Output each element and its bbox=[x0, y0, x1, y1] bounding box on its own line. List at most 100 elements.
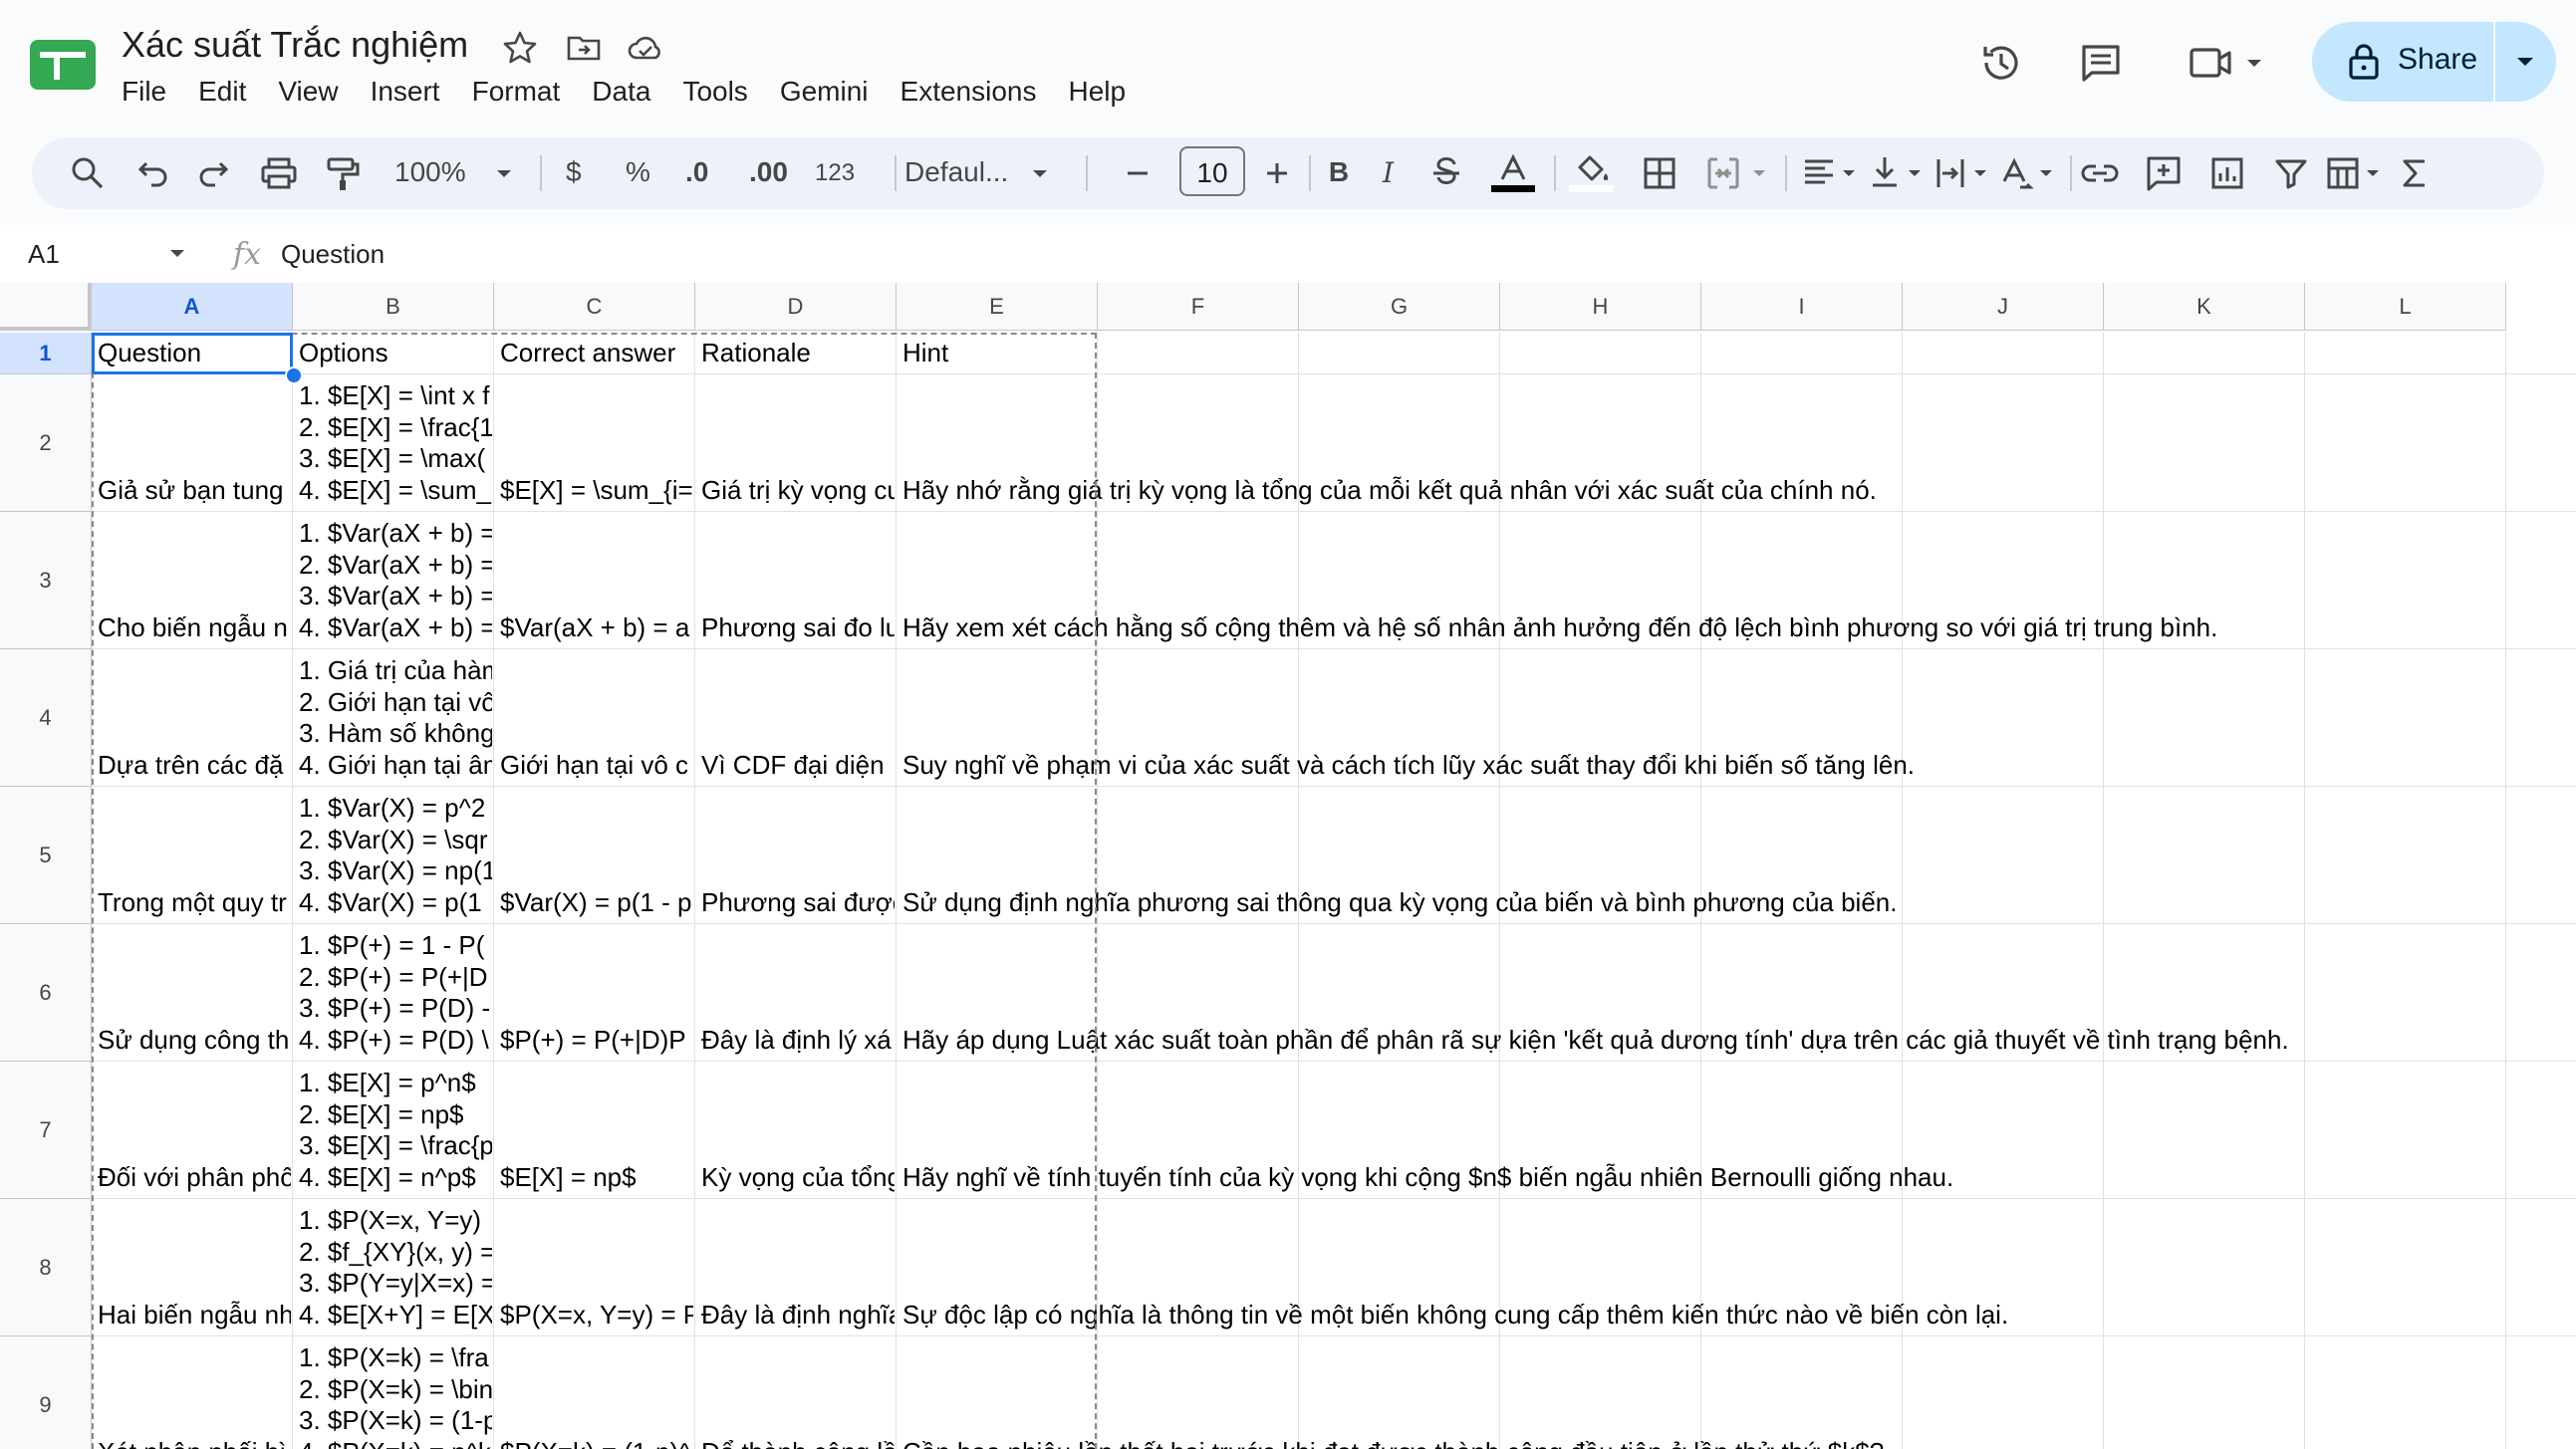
menu-edit[interactable]: Edit bbox=[182, 72, 262, 116]
toolbar: 100% $ % .0 .00 123 Defaul... 10 B I bbox=[32, 137, 2544, 209]
row-header-1[interactable]: 1 bbox=[0, 333, 92, 374]
font-chevron-down-icon[interactable] bbox=[1028, 151, 1052, 195]
menu-view[interactable]: View bbox=[262, 72, 354, 116]
star-icon[interactable] bbox=[500, 28, 540, 68]
italic-button[interactable]: I bbox=[1383, 156, 1394, 189]
menu-tools[interactable]: Tools bbox=[666, 72, 763, 116]
text-color-icon[interactable] bbox=[1488, 151, 1538, 195]
version-history-icon[interactable] bbox=[1976, 38, 2026, 88]
menu-file[interactable]: File bbox=[106, 72, 182, 116]
menu-help[interactable]: Help bbox=[1052, 72, 1142, 116]
font-size-input[interactable]: 10 bbox=[1179, 146, 1245, 196]
menu-gemini[interactable]: Gemini bbox=[764, 72, 885, 116]
cloud-saved-icon[interactable] bbox=[626, 28, 665, 68]
column-header-l[interactable]: L bbox=[2305, 283, 2506, 331]
vertical-align-icon[interactable] bbox=[1865, 151, 1931, 195]
move-folder-icon[interactable] bbox=[564, 28, 604, 68]
horizontal-align-icon[interactable] bbox=[1799, 151, 1865, 195]
meet-icon[interactable] bbox=[2184, 38, 2267, 88]
row-header-3[interactable]: 3 bbox=[0, 512, 92, 649]
row-header-9[interactable]: 9 bbox=[0, 1336, 92, 1449]
menu-format[interactable]: Format bbox=[456, 72, 577, 116]
document-title[interactable]: Xác suất Trắc nghiệm bbox=[122, 24, 468, 66]
share-dropdown-chevron-icon[interactable] bbox=[2495, 22, 2556, 102]
share-button-group: Share bbox=[2312, 22, 2556, 102]
more-formats-button[interactable]: 123 bbox=[815, 159, 855, 187]
search-menus-icon[interactable] bbox=[66, 151, 110, 195]
hint-cell[interactable]: Hãy xem xét cách hằng số cộng thêm và hệ… bbox=[897, 512, 2490, 647]
font-family-select[interactable]: Defaul... bbox=[904, 156, 1008, 188]
hint-cell[interactable]: Sự độc lập có nghĩa là thông tin về một … bbox=[897, 1199, 2490, 1334]
column-header-g[interactable]: G bbox=[1299, 283, 1500, 331]
fx-icon: fx bbox=[233, 237, 262, 272]
column-header-d[interactable]: D bbox=[695, 283, 897, 331]
increase-font-size-icon[interactable] bbox=[1255, 151, 1299, 195]
toolbar-divider bbox=[1309, 155, 1311, 191]
column-header-i[interactable]: I bbox=[1701, 283, 1903, 331]
row-header-7[interactable]: 7 bbox=[0, 1062, 92, 1199]
column-header-f[interactable]: F bbox=[1098, 283, 1299, 331]
format-currency-button[interactable]: $ bbox=[566, 156, 582, 188]
share-button[interactable]: Share bbox=[2312, 22, 2491, 102]
decrease-font-size-icon[interactable] bbox=[1116, 151, 1159, 195]
copy-selection-outline bbox=[92, 333, 1097, 1449]
print-icon[interactable] bbox=[257, 151, 301, 195]
text-wrapping-icon[interactable] bbox=[1931, 151, 1996, 195]
column-header-h[interactable]: H bbox=[1500, 283, 1701, 331]
functions-icon[interactable] bbox=[2393, 151, 2437, 195]
toolbar-divider bbox=[2070, 155, 2072, 191]
row-header-6[interactable]: 6 bbox=[0, 924, 92, 1062]
lock-icon bbox=[2349, 44, 2379, 80]
zoom-chevron-down-icon[interactable] bbox=[492, 151, 516, 195]
hint-cell[interactable]: Cần bao nhiêu lần thất bại trước khi đạt… bbox=[897, 1336, 2490, 1449]
filter-icon[interactable] bbox=[2269, 151, 2313, 195]
fill-color-icon[interactable] bbox=[1566, 151, 1616, 195]
column-header-e[interactable]: E bbox=[897, 283, 1098, 331]
hint-cell[interactable]: Suy nghĩ về phạm vi của xác suất và cách… bbox=[897, 649, 2490, 785]
name-box[interactable]: A1 bbox=[28, 239, 60, 270]
bold-button[interactable]: B bbox=[1317, 156, 1361, 188]
hint-cell[interactable]: Hãy nghĩ về tính tuyến tính của kỳ vọng … bbox=[897, 1062, 2490, 1197]
row-header-4[interactable]: 4 bbox=[0, 649, 92, 787]
filter-views-icon[interactable] bbox=[2323, 151, 2389, 195]
column-header-a[interactable]: A bbox=[92, 283, 293, 331]
fill-handle[interactable] bbox=[285, 366, 303, 384]
decrease-decimal-button[interactable]: .0 bbox=[685, 156, 708, 188]
column-header-b[interactable]: B bbox=[293, 283, 494, 331]
insert-comment-icon[interactable] bbox=[2142, 151, 2186, 195]
increase-decimal-button[interactable]: .00 bbox=[749, 156, 788, 188]
hint-cell[interactable]: Hãy áp dụng Luật xác suất toàn phần để p… bbox=[897, 924, 2490, 1060]
gridline bbox=[2505, 333, 2506, 1449]
redo-icon[interactable] bbox=[193, 151, 237, 195]
menu-insert[interactable]: Insert bbox=[355, 72, 456, 116]
text-rotation-icon[interactable] bbox=[1996, 151, 2062, 195]
row-header-2[interactable]: 2 bbox=[0, 374, 92, 512]
column-header-k[interactable]: K bbox=[2104, 283, 2305, 331]
insert-chart-icon[interactable] bbox=[2205, 151, 2249, 195]
strikethrough-icon[interactable] bbox=[1424, 151, 1468, 195]
row-header-8[interactable]: 8 bbox=[0, 1199, 92, 1336]
formula-bar: A1 fx Question bbox=[0, 225, 2576, 285]
name-box-chevron-down-icon[interactable] bbox=[167, 247, 187, 261]
paint-format-icon[interactable] bbox=[321, 151, 365, 195]
column-header-j[interactable]: J bbox=[1903, 283, 2104, 331]
menu-bar: File Edit View Insert Format Data Tools … bbox=[106, 72, 1142, 116]
zoom-select[interactable]: 100% bbox=[394, 156, 466, 188]
insert-link-icon[interactable] bbox=[2078, 151, 2122, 195]
select-all-corner[interactable] bbox=[0, 283, 92, 331]
borders-icon[interactable] bbox=[1638, 151, 1681, 195]
sheets-logo-icon[interactable] bbox=[30, 40, 96, 90]
comments-icon[interactable] bbox=[2076, 38, 2126, 88]
spreadsheet-grid: ABCDEFGHIJKL 123456789 Question Options Co… bbox=[0, 283, 2576, 1449]
undo-icon[interactable] bbox=[129, 151, 173, 195]
column-header-c[interactable]: C bbox=[494, 283, 695, 331]
menu-extensions[interactable]: Extensions bbox=[885, 72, 1053, 116]
format-percent-button[interactable]: % bbox=[626, 156, 650, 188]
hint-cell[interactable]: Sử dụng định nghĩa phương sai thông qua … bbox=[897, 787, 2490, 922]
hint-cell[interactable]: Hãy nhớ rằng giá trị kỳ vọng là tổng của… bbox=[897, 374, 2490, 510]
merge-cells-icon[interactable] bbox=[1701, 151, 1771, 195]
row-header-5[interactable]: 5 bbox=[0, 787, 92, 924]
formula-input[interactable]: Question bbox=[281, 239, 385, 270]
hint-cell-text: Hãy áp dụng Luật xác suất toàn phần để p… bbox=[902, 1024, 2289, 1055]
menu-data[interactable]: Data bbox=[576, 72, 666, 116]
